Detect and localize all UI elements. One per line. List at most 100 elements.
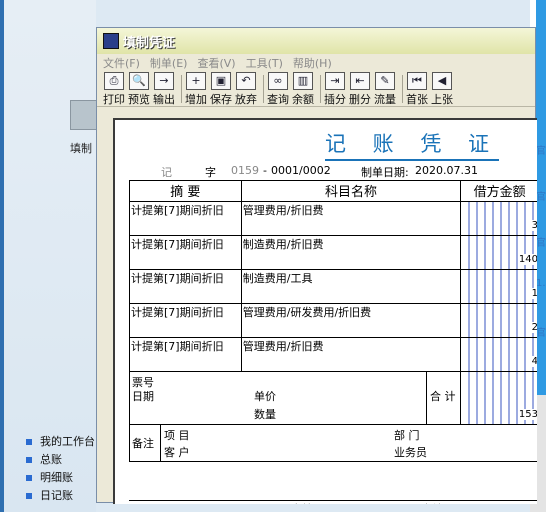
total-label: 合 计 [430,390,456,403]
table-row[interactable]: 计提第[7]期间折旧 制造费用/工具 1 [129,269,537,304]
account-cell[interactable]: 管理费用/折旧费 [240,201,462,236]
desktop-shortcut-label: 填制 [70,142,92,155]
project-field[interactable]: 项 目 [164,427,190,443]
cashflow-icon: ✎ [375,71,395,90]
right-text: 官 [536,328,546,339]
table-row[interactable]: 计提第[7]期间折旧 管理费用/研发费用/折旧费 2 [129,303,537,338]
total-amount-cell: 153 [460,371,537,425]
table-row[interactable]: 计提第[7]期间折旧 管理费用/折旧费 3 [129,201,537,236]
debit-cell[interactable]: 1 [460,269,537,304]
menu-help[interactable]: 帮助(H) [293,55,332,71]
first-icon: ⏮ [407,71,427,90]
balance-button[interactable]: ▥ 余额 [292,71,314,107]
right-text: 官 [536,238,546,249]
menu-tools[interactable]: 工具(T) [246,55,283,71]
summary-cell[interactable]: 计提第[7]期间折旧 [129,337,242,372]
preview-button[interactable]: 🔍 预览 [128,71,150,107]
ticket-date-label: 日期 [132,390,154,403]
prev-icon: ◀ [432,71,452,90]
voucher-title: 记 账 凭 证 [325,128,500,161]
nav-item-journal[interactable]: 日记账 [26,487,95,505]
total-row: 票号 日期 单价 数量 合 计 153 [128,371,537,425]
customer-field[interactable]: 客 户 [164,444,190,460]
col-debit: 借方金额 [460,180,537,202]
right-text: 官 [536,146,546,157]
quantity-label: 数量 [254,408,276,421]
toolbar-separator [181,75,182,103]
delete-row-icon: ⇤ [350,71,370,90]
voucher-type[interactable]: 记 [161,164,172,180]
col-summary: 摘 要 [129,180,242,202]
cashflow-button[interactable]: ✎ 流量 [374,71,396,107]
window-title: 填制凭证 [123,35,176,51]
discard-button[interactable]: ↶ 放弃 [235,71,257,107]
menu-view[interactable]: 查看(V) [197,55,235,71]
save-button[interactable]: ▣ 保存 [210,71,232,107]
voucher-window: 填制凭证 文件(F) 制单(E) 查看(V) 工具(T) 帮助(H) ⎙ 打印 🔍… [96,27,537,504]
voucher-table: 摘 要 科目名称 借方金额 计提第[7]期间折旧 管理费用/折旧费 3 计提第[… [128,180,537,462]
remark-area: 备注 项 目 客 户 部 门 业务员 [129,424,537,462]
account-cell[interactable]: 管理费用/折旧费 [240,337,462,372]
voucher-document: 记 账 凭 证 记 字 0159 - 0001/0002 制单日期: 2020.… [113,118,537,504]
query-button[interactable]: ∞ 查询 [267,71,289,107]
app-icon [103,33,119,49]
bullet-icon [26,439,32,445]
voucher-number[interactable]: 0159 [231,164,259,177]
printer-icon: ⎙ [104,71,124,90]
col-account: 科目名称 [240,180,462,202]
print-button[interactable]: ⎙ 打印 [103,71,125,107]
ticket-area: 票号 日期 单价 数量 合 计 [128,371,462,425]
footer-cashier: 出纳 [421,501,443,504]
footer-bookkeeper: 记账 [165,501,187,504]
insert-entry-button[interactable]: ⇥ 插分 [324,71,346,107]
table-row[interactable]: 计提第[7]期间折旧 管理费用/折旧费 4 [129,337,537,372]
nav-item-general-ledger[interactable]: 总账 [26,451,95,469]
summary-cell[interactable]: 计提第[7]期间折旧 [129,235,242,270]
voucher-date[interactable]: 2020.07.31 [415,164,478,177]
desktop-shortcut-icon[interactable] [70,100,98,130]
remark-label: 备注 [132,437,154,450]
summary-cell[interactable]: 计提第[7]期间折旧 [129,303,242,338]
nav-item-detail-ledger[interactable]: 明细账 [26,469,95,487]
preview-icon: 🔍 [129,71,149,90]
voucher-page: 0001/0002 [271,164,331,177]
nav-list: 我的工作台 总账 明细账 日记账 [26,433,95,505]
department-field[interactable]: 部 门 [394,427,420,443]
account-cell[interactable]: 制造费用/工具 [240,269,462,304]
balance-chart-icon: ▥ [293,71,313,90]
debit-cell[interactable]: 140 [460,235,537,270]
date-label: 制单日期: [361,166,409,179]
prev-button[interactable]: ◀ 上张 [431,71,453,107]
voucher-dash: - [263,164,267,177]
nav-item-workbench[interactable]: 我的工作台 [26,433,95,451]
right-text: 官 [536,192,546,203]
debit-cell[interactable]: 4 [460,337,537,372]
menu-voucher[interactable]: 制单(E) [150,55,188,71]
summary-cell[interactable]: 计提第[7]期间折旧 [129,201,242,236]
toolbar-separator [402,75,403,103]
salesperson-field[interactable]: 业务员 [394,444,427,460]
add-icon: + [186,71,206,90]
window-titlebar[interactable]: 填制凭证 [97,28,535,54]
menubar: 文件(F) 制单(E) 查看(V) 工具(T) 帮助(H) [97,54,535,72]
delete-entry-button[interactable]: ⇤ 删分 [349,71,371,107]
add-button[interactable]: + 增加 [185,71,207,107]
account-cell[interactable]: 制造费用/折旧费 [240,235,462,270]
export-icon: → [154,71,174,90]
footer-auditor: 审核 [291,501,313,504]
desktop-left-strip [0,0,4,512]
debit-cell[interactable]: 3 [460,201,537,236]
toolbar-separator [263,75,264,103]
right-text: 1. [536,278,546,289]
debit-cell[interactable]: 2 [460,303,537,338]
insert-row-icon: ⇥ [325,71,345,90]
table-row[interactable]: 计提第[7]期间折旧 制造费用/折旧费 140 [129,235,537,270]
toolbar-separator [320,75,321,103]
summary-cell[interactable]: 计提第[7]期间折旧 [129,269,242,304]
export-button[interactable]: → 输出 [153,71,175,107]
undo-icon: ↶ [236,71,256,90]
bullet-icon [26,457,32,463]
menu-file[interactable]: 文件(F) [103,55,140,71]
account-cell[interactable]: 管理费用/研发费用/折旧费 [240,303,462,338]
first-button[interactable]: ⏮ 首张 [406,71,428,107]
